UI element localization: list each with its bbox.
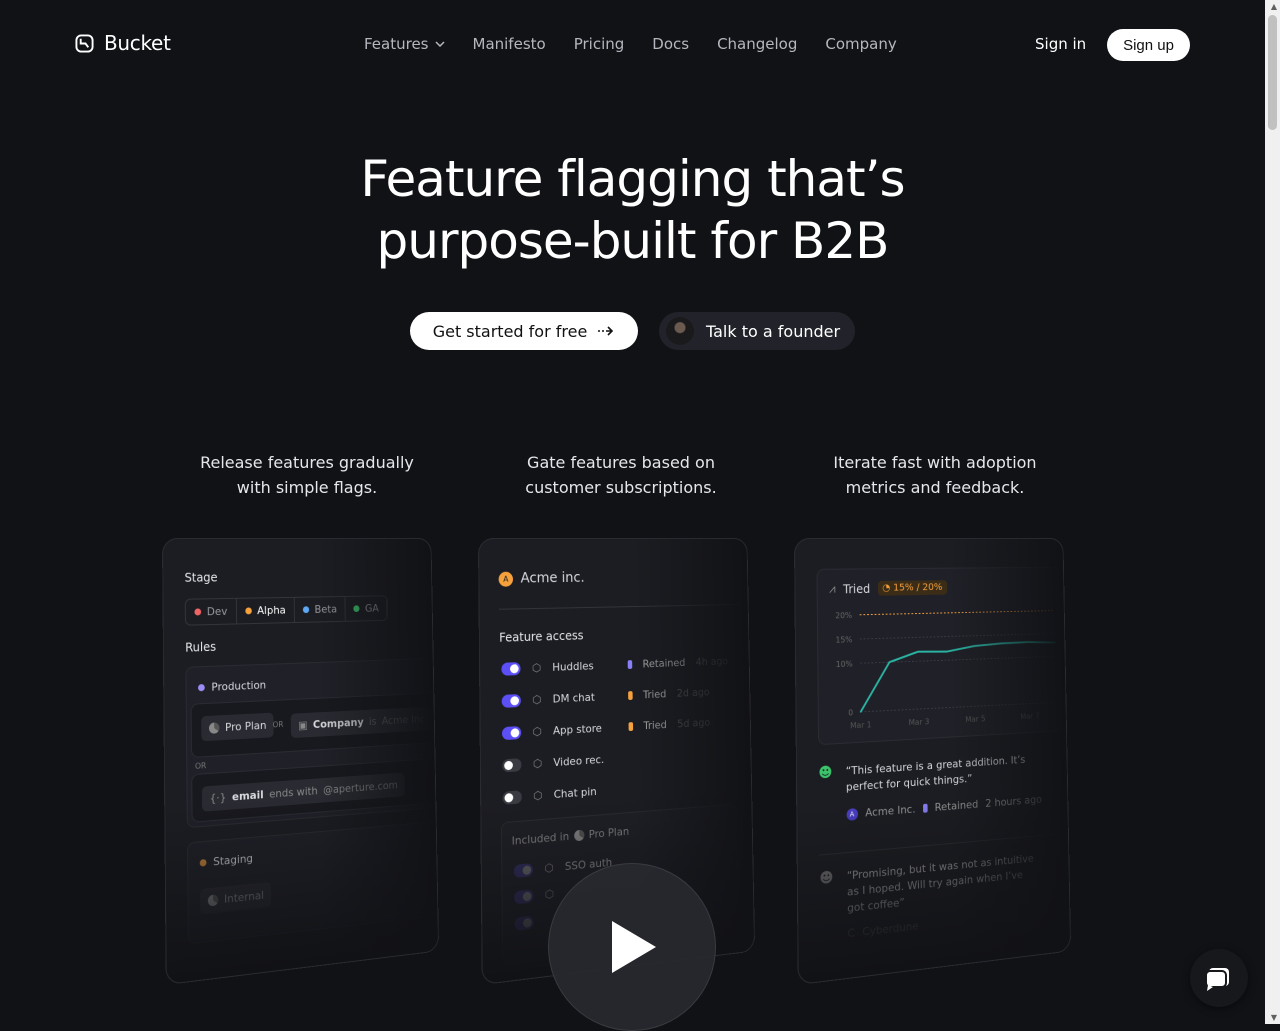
tagline-gating: Gate features based on customer subscript… xyxy=(525,453,717,497)
talk-to-founder-button[interactable]: Talk to a founder xyxy=(659,312,855,350)
y-tick-label: 20% xyxy=(835,611,852,620)
attribute-icon: {⋅} xyxy=(209,790,227,806)
stage-alpha[interactable]: Alpha xyxy=(236,597,295,624)
feature-row: ⬡ Chat pin xyxy=(502,784,619,805)
feedback-quote: “Promising, but it was not as intuitive … xyxy=(846,851,1034,915)
adoption-line-chart: 0 10% 15% 20% Mar 1 Mar 3 Mar 5 Mar 7 xyxy=(835,599,1066,730)
plan-icon xyxy=(208,722,220,734)
x-tick-label: Mar 1 xyxy=(850,720,871,730)
company-icon: ▣ xyxy=(298,718,308,732)
tagline-metrics: Iterate fast with adoption metrics and fe… xyxy=(833,453,1037,497)
cube-icon: ⬡ xyxy=(532,724,542,739)
nav-manifesto[interactable]: Manifesto xyxy=(473,35,546,53)
feature-row: ⬡ DM chat Tried 2d ago xyxy=(501,686,710,708)
gridline xyxy=(861,702,1057,712)
stage-beta[interactable]: Beta xyxy=(294,596,347,623)
feature-row: ⬡ App store Tried 5d ago xyxy=(501,716,710,741)
arrow-right-icon xyxy=(598,326,614,336)
status-indicator xyxy=(627,691,633,701)
tagline-flags: Release features gradually with simple fl… xyxy=(200,453,414,497)
feature-toggle[interactable] xyxy=(501,726,522,741)
y-tick-label: 0 xyxy=(848,708,853,717)
nav-pricing[interactable]: Pricing xyxy=(574,35,625,53)
status-indicator xyxy=(627,660,632,670)
brand-name: Bucket xyxy=(104,31,171,55)
neutral-face-icon: ☻ xyxy=(819,869,834,888)
feature-toggle[interactable] xyxy=(502,758,522,773)
y-tick-label: 15% xyxy=(836,635,853,645)
feature-row: ⬡ Video rec. xyxy=(502,752,618,773)
sign-in-link[interactable]: Sign in xyxy=(1035,35,1086,53)
rule-production: Production Pro Plan OR ▣ Company is Acme In… xyxy=(185,657,440,829)
hero-title: Feature flagging that’s purpose-built for… xyxy=(360,150,905,270)
nav-docs[interactable]: Docs xyxy=(652,35,689,53)
gridline xyxy=(860,633,1055,639)
feature-toggle[interactable] xyxy=(502,790,522,805)
status-indicator xyxy=(628,722,633,732)
x-tick-label: Mar 3 xyxy=(909,717,930,727)
play-video-button[interactable] xyxy=(548,863,716,1031)
stage-label: Stage xyxy=(184,570,218,585)
cube-icon: ⬡ xyxy=(533,788,543,803)
cube-icon: ⬡ xyxy=(532,693,542,707)
y-tick-label: 10% xyxy=(836,659,853,669)
bucket-logo-icon xyxy=(75,33,94,53)
adoption-chart-panel: ⩘ Tried ◔ 15% / 20% 0 10% 15% 20% Mar 1 Mar 3M… xyxy=(816,566,1070,746)
x-tick-label: Mar 5 xyxy=(965,714,985,724)
play-icon xyxy=(612,921,656,973)
chart-icon: ⩘ xyxy=(829,581,836,596)
x-tick-label: Mar 7 xyxy=(1020,711,1040,721)
sign-up-button[interactable]: Sign up xyxy=(1107,29,1190,61)
cube-icon: ⬡ xyxy=(531,661,542,675)
nav-company[interactable]: Company xyxy=(825,35,896,53)
card-release-stages: Stage Dev Alpha Beta GA Rules Production… xyxy=(162,538,440,986)
toggle-sso[interactable] xyxy=(513,863,534,879)
chat-widget-button[interactable] xyxy=(1190,949,1248,1007)
scrollbar[interactable]: ▲ ▼ xyxy=(1265,0,1280,1024)
cube-icon: ⬡ xyxy=(532,756,543,771)
company-name: Acme inc. xyxy=(520,570,585,587)
nav-changelog[interactable]: Changelog xyxy=(717,35,797,53)
chat-icon xyxy=(1205,968,1229,991)
series-line xyxy=(860,641,1056,712)
rule-staging: Staging Internal xyxy=(187,820,440,945)
stage-dev[interactable]: Dev xyxy=(185,598,237,625)
nav-features[interactable]: Features xyxy=(364,35,445,53)
feature-toggle[interactable] xyxy=(501,694,521,708)
feature-row: ⬡ Huddles Retained 4h ago xyxy=(501,655,728,676)
feature-access-label: Feature access xyxy=(499,628,584,645)
rules-label: Rules xyxy=(185,639,217,655)
company-avatar: A xyxy=(498,571,514,587)
brand-logo[interactable]: Bucket xyxy=(75,31,171,55)
card-adoption-metrics: ⩘ Tried ◔ 15% / 20% 0 10% 15% 20% Mar 1 Mar 3M… xyxy=(794,538,1072,986)
feedback-quote: “This feature is a great addition. It’s … xyxy=(845,753,1026,794)
happy-face-icon: ☻ xyxy=(818,764,833,782)
chevron-down-icon xyxy=(434,41,445,47)
top-nav: Bucket Features Manifesto Pricing Docs C… xyxy=(0,0,1265,90)
target-line xyxy=(860,611,1055,615)
stage-ga[interactable]: GA xyxy=(345,596,388,621)
get-started-button[interactable]: Get started for free xyxy=(410,312,638,350)
feature-toggle[interactable] xyxy=(501,662,521,676)
founder-avatar xyxy=(666,317,694,345)
stage-selector: Dev Alpha Beta GA xyxy=(184,595,389,626)
